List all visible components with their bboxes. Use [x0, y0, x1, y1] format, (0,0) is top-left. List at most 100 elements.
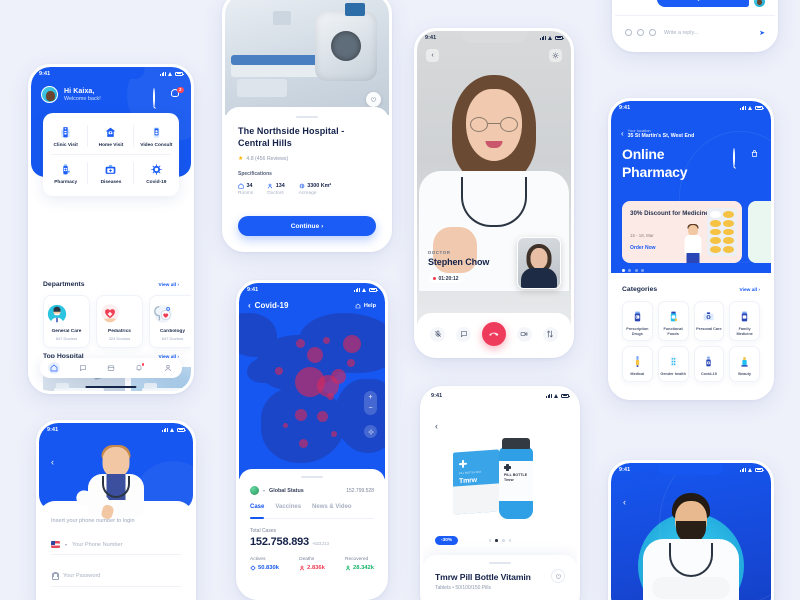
cart-button[interactable]	[750, 149, 761, 160]
service-video-consult[interactable]: Video Consult	[134, 118, 179, 154]
favorite-button[interactable]	[366, 92, 381, 107]
phone-field[interactable]: ▾ Your Phone Number	[51, 534, 181, 555]
phone-product-detail: PILL BOTTLE BOX Tmrw PILL BOTTLE Tmrw 9:…	[420, 386, 580, 600]
promo-card-next[interactable]	[748, 201, 771, 263]
chat-button[interactable]	[456, 326, 472, 342]
department-card[interactable]: Cardiology 647 Doctors	[149, 295, 191, 348]
notification-dot	[141, 363, 145, 366]
wifi-icon	[170, 427, 175, 432]
covid-world-map[interactable]	[239, 283, 385, 479]
category-label: Functional Foods	[663, 327, 683, 336]
stat-label: Recovered	[345, 557, 369, 562]
continue-button[interactable]: Continue ›	[238, 216, 376, 236]
category-functional-foods[interactable]: Functional Foods	[657, 301, 689, 342]
global-status-row[interactable]: ▾ Global Status 152.799.528	[250, 486, 374, 495]
phone-online-pharmacy: 9:41 ‹ Your location 35 St Martin's St, …	[608, 98, 774, 400]
promo-cta[interactable]: Order Now	[630, 245, 656, 251]
mic-icon[interactable]	[649, 29, 656, 36]
password-field[interactable]: Your Password	[51, 565, 181, 587]
reply-input[interactable]: Write a reply...	[664, 30, 754, 36]
avatar[interactable]	[41, 86, 58, 103]
camera-button[interactable]	[516, 326, 532, 342]
gallery-dots[interactable]	[423, 539, 577, 542]
tab-case[interactable]: Case	[250, 504, 265, 519]
sheet-grabber[interactable]	[296, 116, 318, 118]
service-label: Diseases	[100, 180, 122, 185]
favorite-button[interactable]	[551, 569, 565, 583]
stat-actives: Actives 50.830k	[250, 557, 279, 571]
signal-icon	[354, 287, 360, 292]
switch-button[interactable]	[542, 326, 558, 342]
locate-me-button[interactable]	[364, 425, 377, 438]
zoom-out-button[interactable]: −	[368, 405, 372, 412]
back-icon[interactable]: ‹	[248, 301, 251, 310]
sidebar-item-notifications[interactable]	[133, 362, 145, 374]
service-pharmacy[interactable]: Pharmacy	[43, 155, 89, 191]
product-subtitle: Tablets • 50/100/150 Pills	[435, 585, 491, 591]
promo-card[interactable]: 30% Discount for Medicines 15 - 18, Mar …	[622, 201, 742, 263]
promo-pagination[interactable]	[622, 269, 645, 272]
doctor-icon	[268, 183, 273, 189]
medicine-bottle-icon	[44, 162, 87, 176]
sidebar-item-home[interactable]	[48, 362, 61, 374]
blister-pack-icon	[707, 208, 737, 256]
showcase-canvas: 9:41 Hi Kaixa, Welcome back! 2 Clinic Vi…	[0, 0, 800, 600]
service-diseases[interactable]: Diseases	[88, 155, 134, 191]
first-aid-kit-icon	[696, 308, 723, 324]
tab-news-video[interactable]: News & Video	[312, 504, 352, 514]
call-duration: 01:20:12	[438, 275, 459, 282]
sheet-grabber[interactable]	[489, 562, 511, 564]
back-button[interactable]: ‹	[51, 457, 54, 467]
tab-vaccines[interactable]: Vaccines	[275, 504, 301, 514]
sidebar-item-chat[interactable]	[77, 362, 89, 374]
zoom-in-button[interactable]: +	[368, 394, 372, 401]
back-icon[interactable]: ‹	[621, 129, 624, 138]
sidebar-item-calendar[interactable]	[105, 362, 117, 374]
mute-button[interactable]	[430, 326, 446, 342]
back-button[interactable]: ‹	[426, 49, 439, 62]
sheet-grabber[interactable]	[301, 476, 323, 478]
department-card[interactable]: Pediatrics 324 Doctors	[96, 295, 143, 348]
departments-view-all[interactable]: View all ›	[159, 283, 179, 288]
category-label: Beauty	[738, 372, 751, 377]
sticker-icon[interactable]	[637, 29, 644, 36]
service-covid[interactable]: Covid-19	[134, 155, 179, 191]
category-covid19[interactable]: Covid-19	[693, 346, 725, 383]
greeting-name: Hi Kaixa,	[64, 87, 95, 95]
signal-icon	[540, 35, 546, 40]
category-beauty[interactable]: Beauty	[729, 346, 760, 383]
category-medical[interactable]: Medical	[622, 346, 653, 383]
back-button[interactable]: ‹	[623, 497, 626, 507]
service-clinic-visit[interactable]: Clinic Visit	[43, 118, 89, 154]
notifications-button[interactable]: 2	[170, 86, 184, 100]
department-card[interactable]: General Care 647 Doctors	[43, 295, 90, 348]
location-row[interactable]: ‹ Your location 35 St Martin's St, West …	[621, 128, 694, 139]
settings-button[interactable]	[549, 49, 562, 62]
category-gender-health[interactable]: Gender health	[657, 346, 689, 383]
back-button[interactable]: ‹	[435, 421, 438, 431]
end-call-button[interactable]	[481, 322, 506, 346]
chat-input-bar[interactable]: Write a reply... ➤	[615, 15, 775, 49]
self-view-thumbnail[interactable]	[517, 237, 561, 289]
help-button[interactable]: Help	[355, 303, 376, 309]
covid-stats-sheet: ▾ Global Status 152.799.528 Case Vaccine…	[239, 469, 385, 597]
total-cases-label: Total Cases	[250, 528, 277, 534]
category-prescription-drugs[interactable]: Prescription Drugs	[622, 301, 653, 342]
category-personal-care[interactable]: Personal Care	[693, 301, 725, 342]
send-icon[interactable]: ➤	[759, 29, 765, 37]
emoji-icon[interactable]	[625, 29, 632, 36]
cart-icon	[751, 150, 758, 157]
global-status-label: Global Status	[269, 487, 304, 494]
department-count: 647 Doctors	[161, 335, 184, 341]
search-button[interactable]	[153, 88, 164, 107]
category-family-medicine[interactable]: Family Medicine	[729, 301, 760, 342]
service-home-visit[interactable]: Home Visit	[88, 118, 134, 154]
avatar[interactable]	[754, 0, 765, 7]
sidebar-item-profile[interactable]	[162, 362, 174, 374]
search-button[interactable]	[733, 148, 744, 167]
product-info-sheet: Tmrw Pill Bottle Vitamin Tablets • 50/10…	[423, 555, 577, 600]
categories-view-all[interactable]: View all ›	[740, 288, 760, 293]
map-zoom-controls[interactable]: + −	[364, 391, 377, 415]
status-time: 9:41	[619, 104, 631, 111]
battery-icon	[561, 393, 570, 398]
